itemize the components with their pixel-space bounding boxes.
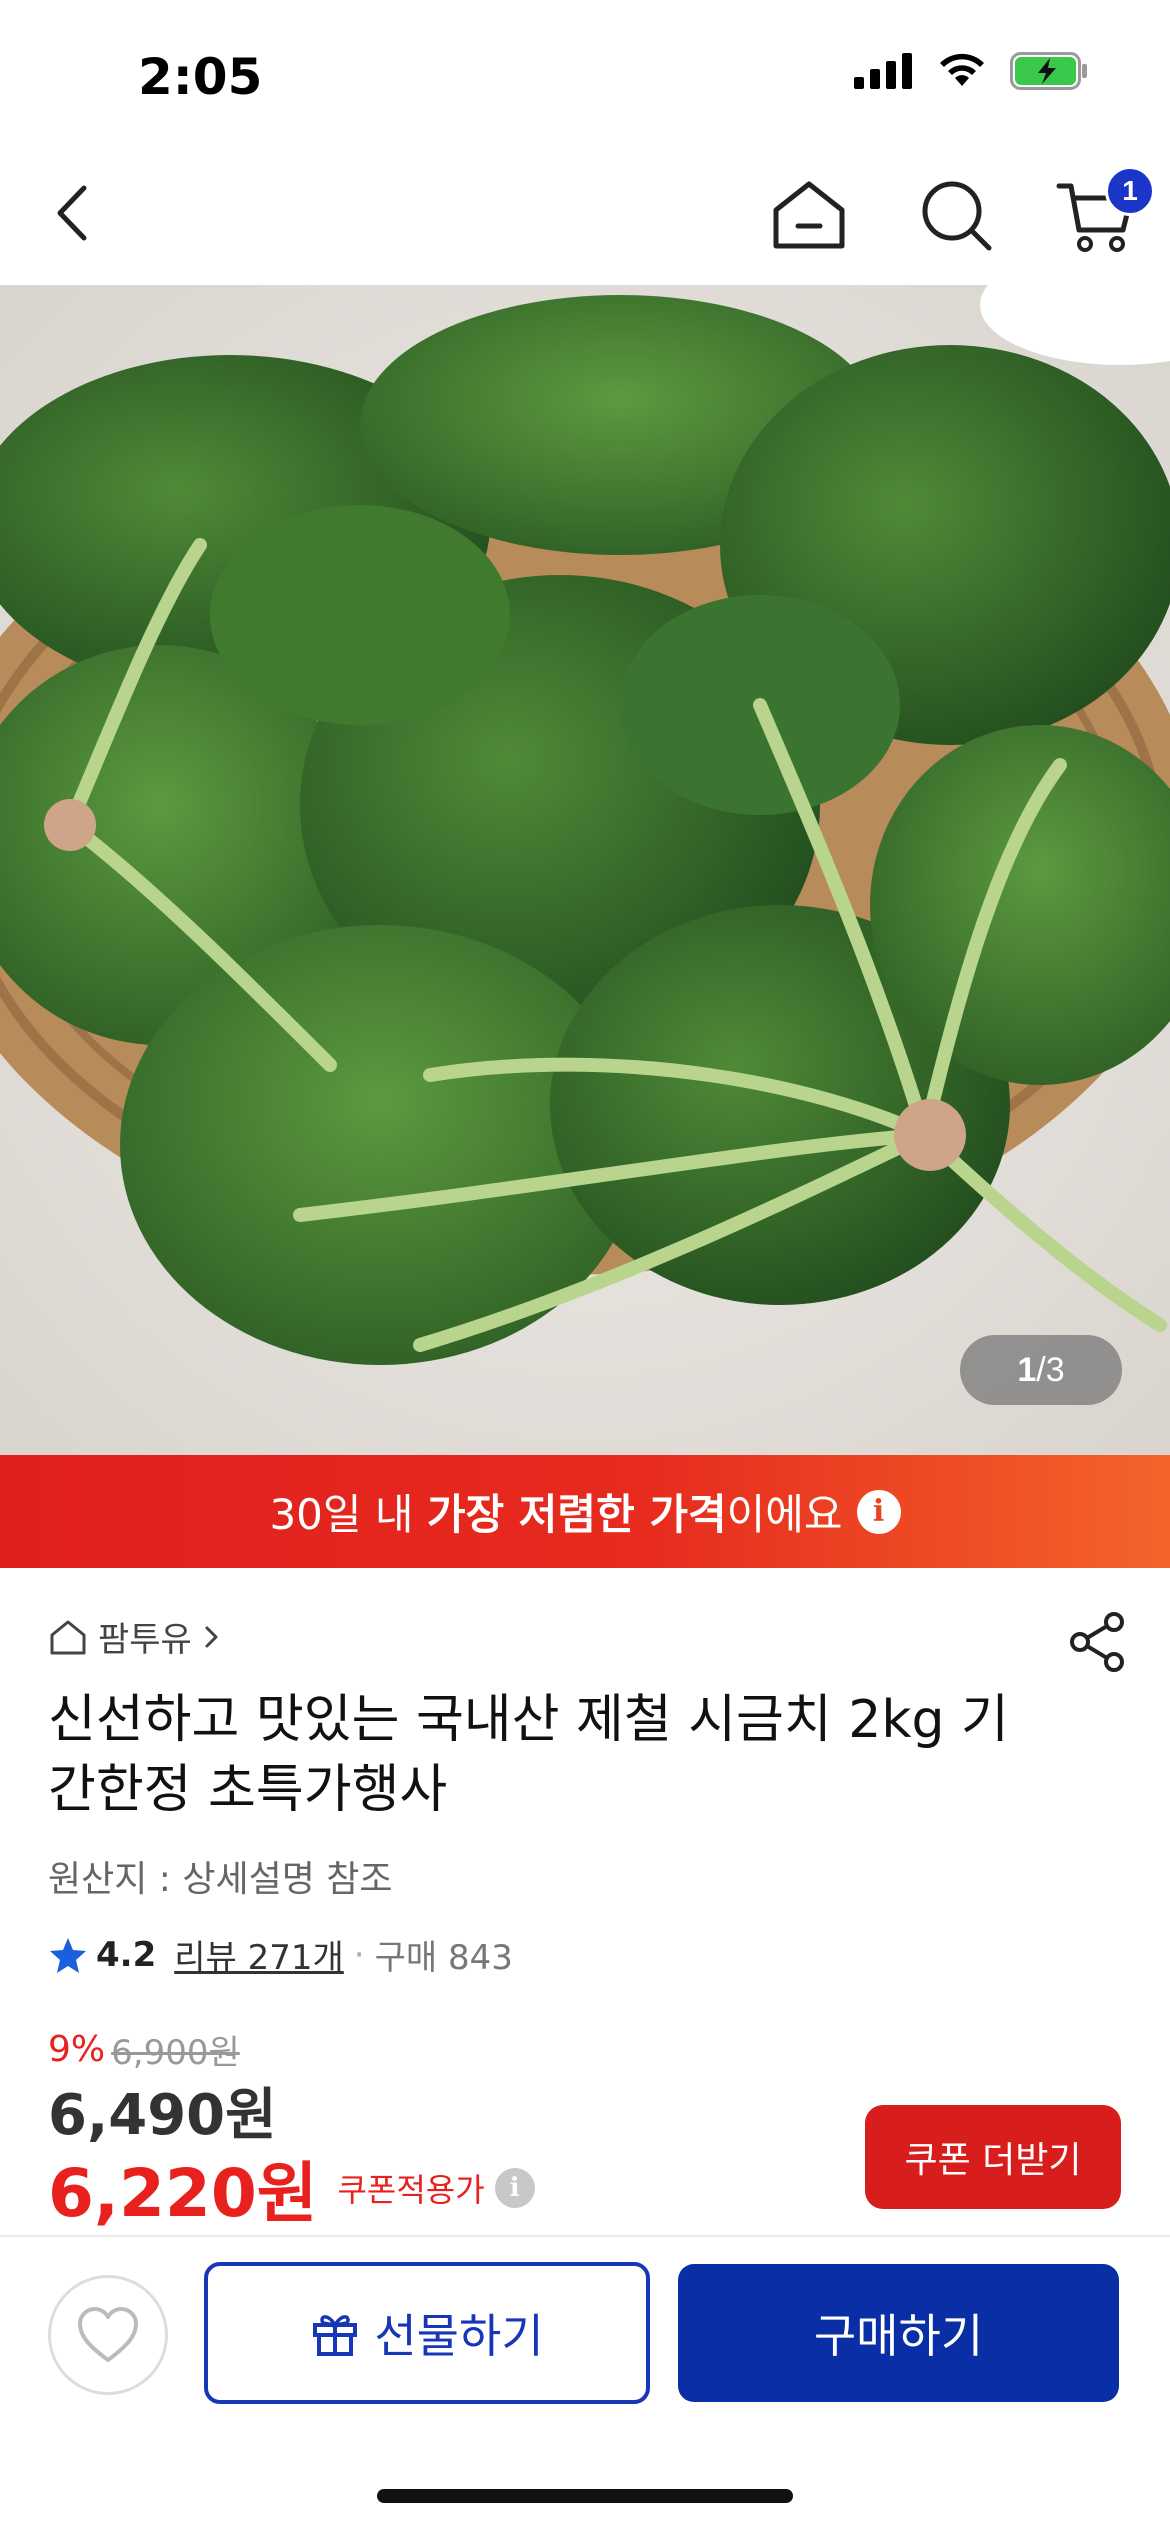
discount-rate: 9% — [48, 2029, 106, 2070]
cellular-signal-icon — [854, 53, 912, 89]
pager-separator: / — [1036, 1350, 1046, 1389]
rating-score: 4.2 — [96, 1934, 157, 1975]
top-nav-bar — [0, 150, 1170, 285]
search-icon[interactable] — [915, 174, 997, 256]
gift-icon — [313, 2315, 358, 2356]
status-bar: 2:05 — [0, 0, 1170, 150]
status-time: 2:05 — [138, 48, 263, 106]
buy-button[interactable]: 구매하기 — [678, 2264, 1119, 2402]
gift-button-label: 선물하기 — [374, 2309, 544, 2363]
promo-prefix: 30일 내 — [269, 1490, 427, 1539]
wishlist-button[interactable] — [48, 2275, 168, 2395]
cart-count-badge: 1 — [1105, 166, 1155, 216]
separator-dot: · — [353, 1934, 365, 1975]
discount-row: 9% 6,900원 — [48, 2025, 240, 2074]
heart-icon — [78, 2307, 138, 2362]
pager-total: 3 — [1045, 1350, 1065, 1389]
product-image-spinach — [0, 285, 1170, 1455]
info-icon[interactable]: i — [856, 1489, 901, 1534]
bottom-action-bar: 선물하기 구매하기 — [0, 2235, 1170, 2532]
product-origin: 원산지 : 상세설명 참조 — [48, 1859, 393, 1900]
gift-button[interactable]: 선물하기 — [204, 2262, 650, 2404]
promo-highlight: 가장 저렴한 가격 — [426, 1490, 727, 1539]
coupon-price-label: 쿠폰적용가 — [337, 2171, 485, 2209]
pager-current: 1 — [1017, 1350, 1037, 1389]
purchase-count: 구매 843 — [374, 1938, 513, 1978]
original-price: 6,900원 — [111, 2033, 240, 2073]
seller-link[interactable]: 팜투유 — [48, 1612, 222, 1661]
battery-charging-icon — [1010, 52, 1087, 90]
chevron-right-icon — [205, 1626, 218, 1647]
coupon-info-icon[interactable]: i — [494, 2168, 535, 2208]
home-indicator — [377, 2489, 793, 2503]
back-arrow-icon[interactable] — [40, 178, 110, 248]
status-icons — [854, 52, 1090, 90]
share-icon[interactable] — [1066, 1610, 1130, 1674]
get-more-coupons-button[interactable]: 쿠폰 더받기 — [865, 2105, 1121, 2209]
product-title: 신선하고 맛있는 국내산 제철 시금치 2kg 기간한정 초특가행사 — [48, 1690, 1009, 1820]
sale-price: 6,490원 — [48, 2083, 277, 2148]
seller-name: 팜투유 — [98, 1620, 192, 1660]
home-icon[interactable] — [768, 174, 850, 256]
promo-suffix: 이에요 — [726, 1490, 843, 1539]
image-pager-indicator: 1/3 — [960, 1335, 1122, 1405]
lowest-price-banner[interactable]: 30일 내 가장 저렴한 가격 이에요 i — [0, 1455, 1170, 1568]
store-home-icon — [50, 1620, 86, 1654]
rating-row: 4.2 리뷰 271개 · 구매 843 — [48, 1930, 513, 1979]
wifi-icon — [940, 53, 984, 86]
coupon-price: 6,220원 — [48, 2155, 318, 2232]
coupon-price-row: 6,220원 쿠폰적용가 i — [48, 2140, 535, 2236]
review-link[interactable]: 리뷰 271개 — [174, 1930, 344, 1979]
star-icon — [50, 1937, 86, 1973]
product-image-carousel[interactable] — [0, 285, 1170, 1455]
